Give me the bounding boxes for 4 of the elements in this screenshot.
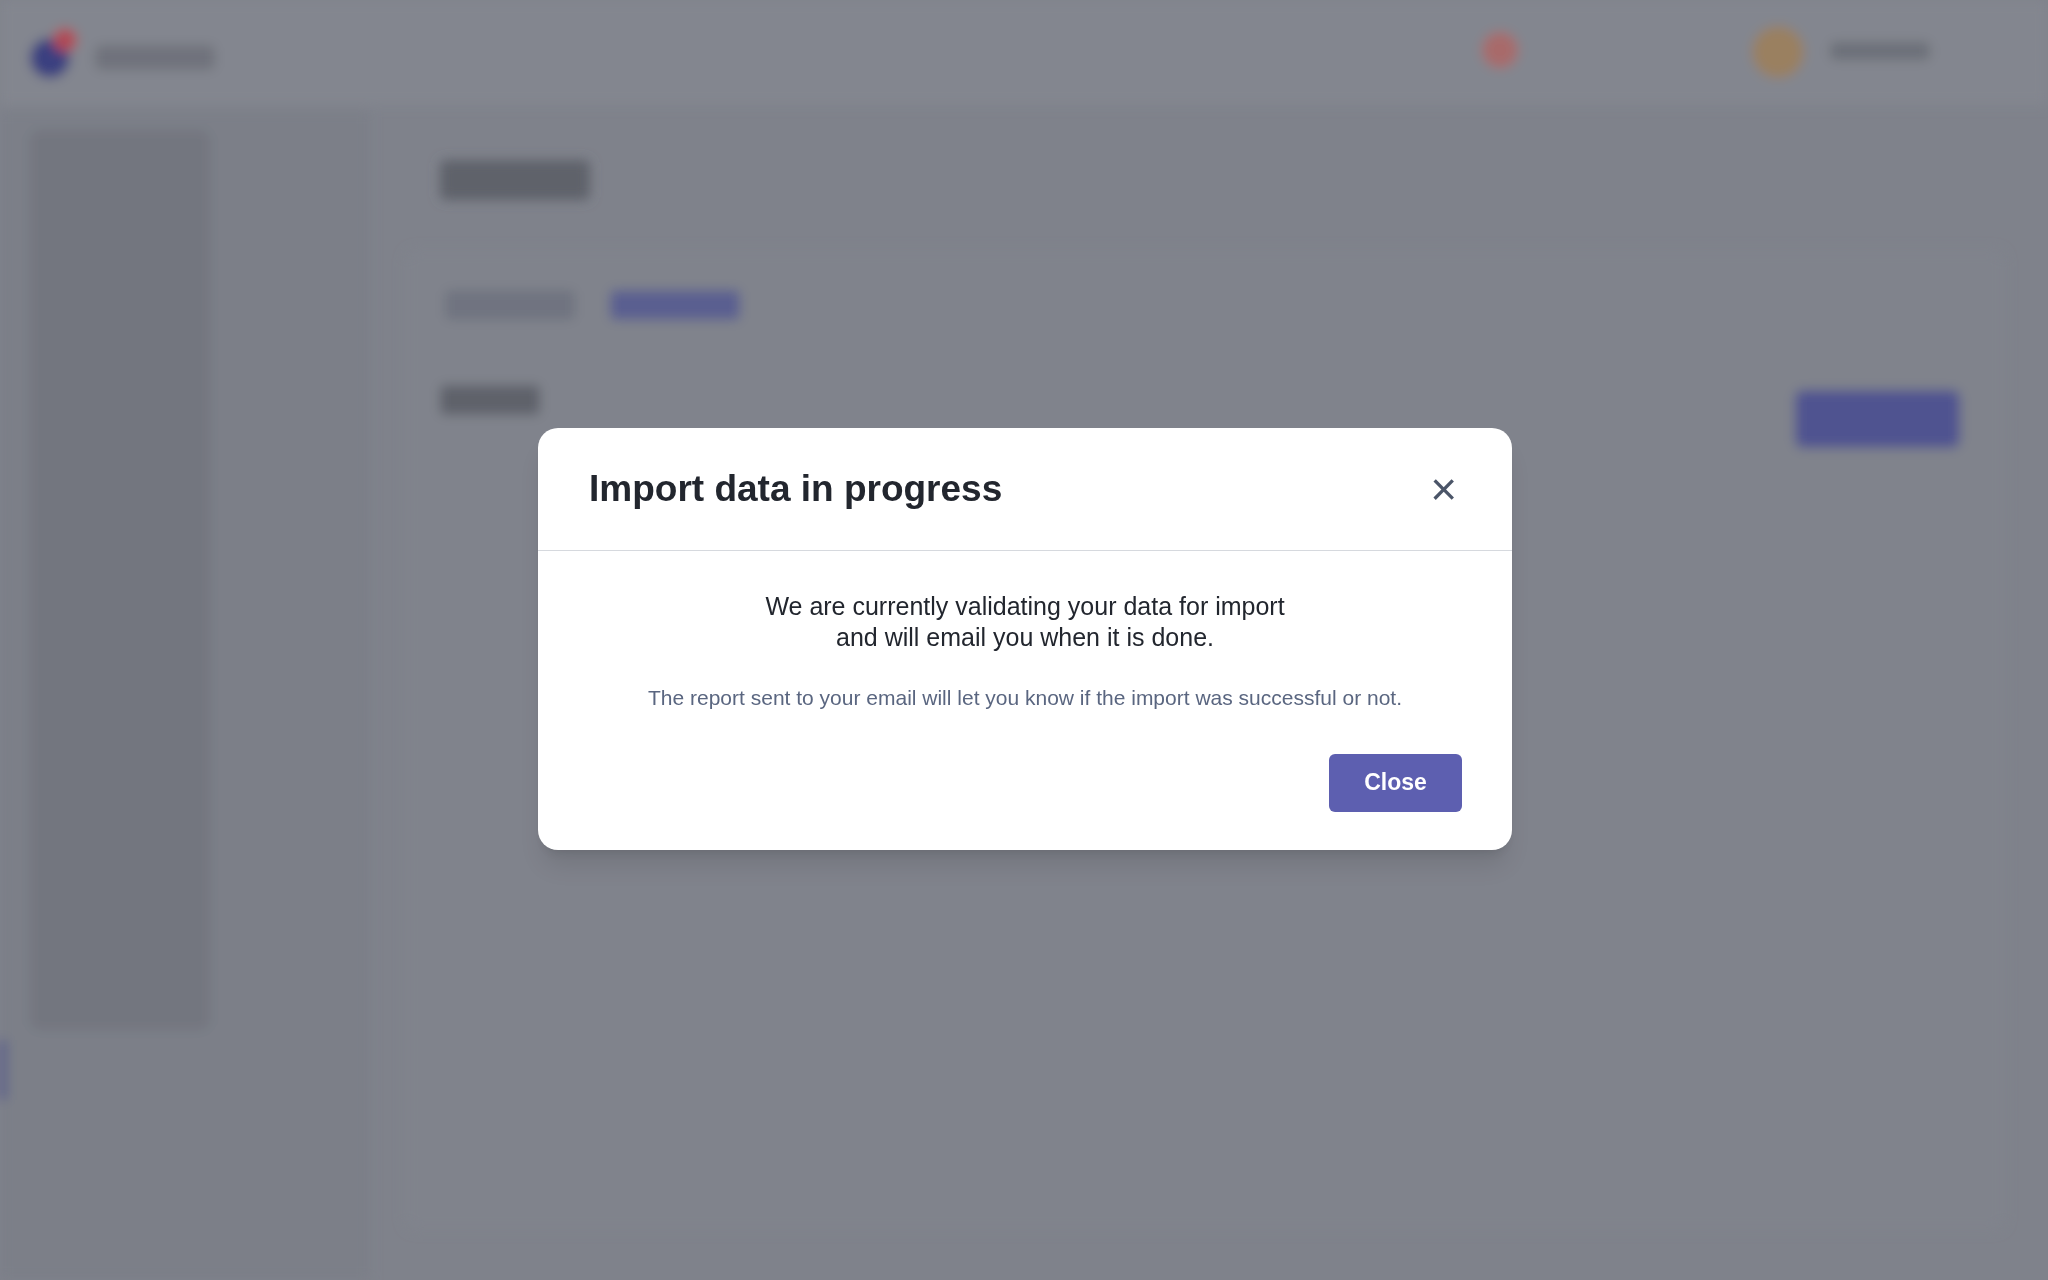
close-button[interactable]: Close: [1329, 753, 1462, 812]
dialog-message: We are currently validating your data for import and will email you when it is done.: [764, 591, 1286, 653]
dialog-title: Import data in progress: [589, 467, 1003, 512]
dialog-note: The report sent to your email will let you know if the import was successful or not.: [648, 685, 1402, 711]
